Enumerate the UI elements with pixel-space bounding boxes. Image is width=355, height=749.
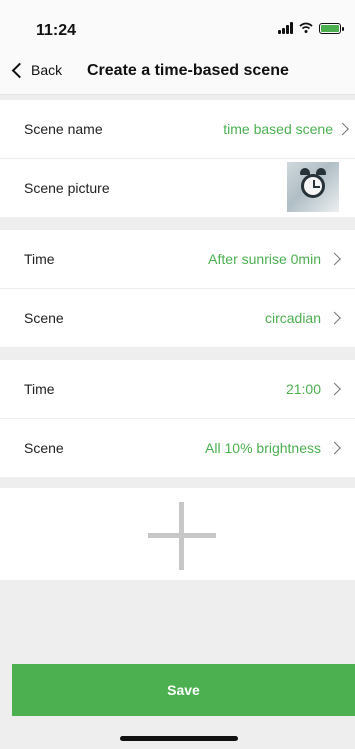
- scene-value: circadian: [264, 310, 321, 326]
- status-time: 11:24: [36, 22, 77, 39]
- chevron-left-icon: [11, 62, 28, 78]
- time-label: Time: [24, 381, 55, 397]
- time-value: After sunrise 0min: [208, 251, 321, 267]
- screen: 11:24 Back Create a time-based scene Sce…: [0, 0, 355, 749]
- scene-picture-row[interactable]: Scene picture: [0, 159, 355, 217]
- scene-picture-thumbnail[interactable]: [287, 162, 339, 212]
- rule-group-2: Time 21:00 Scene All 10% brightness: [0, 360, 355, 477]
- page-title: Create a time-based scene: [87, 62, 289, 79]
- scene-value: All 10% brightness: [205, 440, 321, 456]
- status-icons: [278, 22, 344, 34]
- scene-name-row[interactable]: Scene name time based scene: [0, 100, 355, 159]
- chevron-right-icon: [328, 252, 341, 266]
- chevron-right-icon: [328, 311, 341, 325]
- time-row-2[interactable]: Time 21:00: [0, 360, 355, 419]
- scene-picture-label: Scene picture: [24, 180, 110, 196]
- time-row-1[interactable]: Time After sunrise 0min: [0, 230, 355, 289]
- alarm-clock-icon: [301, 174, 325, 198]
- home-indicator: [120, 736, 238, 741]
- add-rule-button[interactable]: [0, 488, 355, 580]
- save-button[interactable]: Save: [12, 664, 355, 716]
- navigation-bar: Back Create a time-based scene: [0, 50, 355, 95]
- chevron-right-icon: [328, 441, 341, 455]
- rule-group-1: Time After sunrise 0min Scene circadian: [0, 230, 355, 347]
- scene-label: Scene: [24, 440, 64, 456]
- back-button[interactable]: Back: [10, 62, 62, 78]
- status-bar: 11:24: [0, 0, 355, 50]
- signal-icon: [278, 22, 293, 34]
- time-label: Time: [24, 251, 55, 267]
- chevron-right-icon: [336, 122, 349, 136]
- back-label: Back: [31, 62, 63, 78]
- wifi-icon: [299, 22, 313, 33]
- chevron-right-icon: [328, 382, 341, 396]
- scene-name-label: Scene name: [24, 121, 103, 137]
- scene-row-1[interactable]: Scene circadian: [0, 289, 355, 347]
- scene-info-group: Scene name time based scene Scene pictur…: [0, 100, 355, 217]
- scene-row-2[interactable]: Scene All 10% brightness: [0, 419, 355, 477]
- battery-icon: [319, 22, 344, 34]
- scene-label: Scene: [24, 310, 64, 326]
- time-value: 21:00: [285, 381, 321, 397]
- scene-name-value: time based scene: [223, 121, 333, 137]
